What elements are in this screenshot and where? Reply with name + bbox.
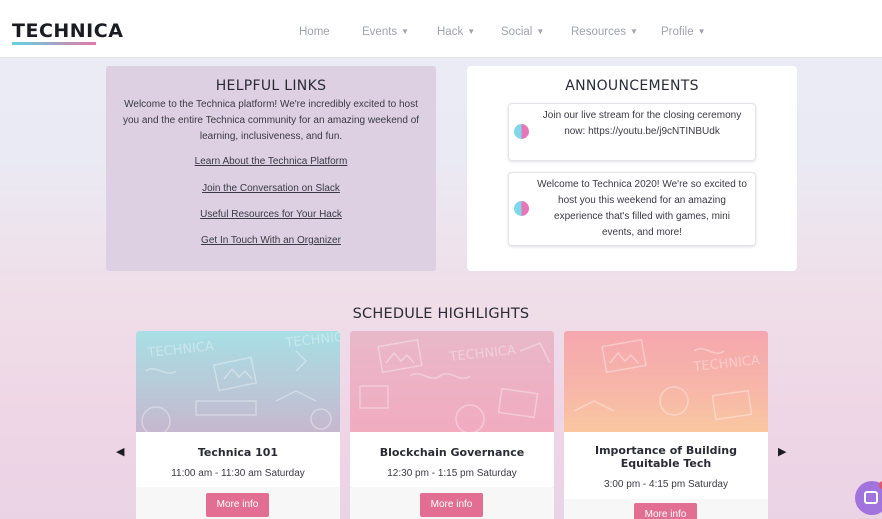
nav-home-label: Home [299, 26, 330, 38]
event-image: TECHNICA [350, 331, 554, 432]
event-image-text: TECHNICA [448, 343, 517, 365]
gradient-dot-icon [514, 201, 529, 216]
nav-resources-label: Resources [571, 26, 626, 38]
logo-underline [12, 42, 96, 45]
announcements-card: ANNOUNCEMENTS Join our live stream for t… [467, 66, 797, 271]
event-card: TECHNICA Importance of Building Equitabl… [564, 331, 768, 519]
link-contact-organizer[interactable]: Get In Touch With an Organizer [106, 235, 436, 246]
event-image: TECHNICA [564, 331, 768, 432]
event-footer: More info [136, 487, 340, 519]
event-name: Technica 101 [197, 446, 279, 459]
link-learn-platform[interactable]: Learn About the Technica Platform [106, 156, 436, 167]
event-image: TECHNICA TECHNICA [136, 331, 340, 432]
link-join-slack[interactable]: Join the Conversation on Slack [106, 183, 436, 194]
event-name: Blockchain Governance [379, 446, 525, 459]
announcement-text: Welcome to Technica 2020! We're so excit… [537, 179, 747, 238]
carousel-next-icon[interactable]: ▶ [778, 445, 786, 458]
caret-down-icon: ▼ [697, 27, 706, 36]
event-name: Importance of Building Equitable Tech [594, 444, 737, 470]
nav-profile[interactable]: Profile ▼ [661, 26, 706, 38]
caret-down-icon: ▼ [401, 27, 410, 36]
caret-down-icon: ▼ [536, 27, 545, 36]
nav-social-label: Social [501, 26, 533, 38]
announcement-text: Join our live stream for the closing cer… [542, 110, 742, 137]
announcement-item: Join our live stream for the closing cer… [508, 103, 756, 161]
helpful-links-intro: Welcome to the Technica platform! We're … [122, 99, 420, 142]
nav-events-label: Events [362, 26, 398, 38]
event-footer: More info [350, 487, 554, 519]
event-footer: More info [564, 499, 768, 519]
caret-down-icon: ▼ [629, 27, 638, 36]
link-useful-resources[interactable]: Useful Resources for Your Hack [106, 209, 436, 220]
more-info-button[interactable]: More info [420, 493, 483, 517]
nav-social[interactable]: Social ▼ [501, 26, 544, 38]
event-time: 11:00 am - 11:30 am Saturday [171, 468, 305, 479]
chat-launcher[interactable] [855, 481, 882, 515]
announcement-item: Welcome to Technica 2020! We're so excit… [508, 172, 756, 246]
gradient-dot-icon [514, 124, 529, 139]
more-info-button[interactable]: More info [634, 503, 697, 519]
schedule-title: SCHEDULE HIGHLIGHTS [352, 306, 530, 322]
caret-down-icon: ▼ [467, 27, 476, 36]
event-image-text: TECHNICA [284, 331, 340, 351]
event-pattern: TECHNICA [573, 338, 761, 421]
event-pattern: TECHNICA TECHNICA [141, 331, 340, 432]
nav-home[interactable]: Home [299, 26, 330, 38]
technica-logo[interactable]: TECHNICA [12, 20, 123, 42]
event-card: TECHNICA TECHNICA Technica 101 11:00 am … [136, 331, 340, 519]
nav-resources[interactable]: Resources ▼ [571, 26, 638, 38]
nav-hack-label: Hack [437, 26, 464, 38]
event-image-text: TECHNICA [146, 339, 215, 361]
event-pattern: TECHNICA [359, 338, 551, 432]
helpful-links-card: HELPFUL LINKS Welcome to the Technica pl… [106, 66, 436, 271]
event-time: 12:30 pm - 1:15 pm Saturday [387, 468, 517, 479]
carousel-prev-icon[interactable]: ◀ [116, 445, 124, 458]
event-image-text: TECHNICA [692, 353, 761, 375]
nav-hack[interactable]: Hack ▼ [437, 26, 475, 38]
event-time: 3:00 pm - 4:15 pm Saturday [604, 479, 728, 490]
event-card: TECHNICA Blockchain Governance 12:30 pm … [350, 331, 554, 519]
top-navbar: TECHNICA Home Events ▼ Hack ▼ Social ▼ Reso… [0, 0, 882, 58]
announcements-title: ANNOUNCEMENTS [565, 78, 699, 94]
chat-bubble-icon [864, 491, 878, 504]
nav-events[interactable]: Events ▼ [362, 26, 409, 38]
nav-profile-label: Profile [661, 26, 694, 38]
helpful-links-title: HELPFUL LINKS [215, 78, 327, 94]
more-info-button[interactable]: More info [206, 493, 269, 517]
